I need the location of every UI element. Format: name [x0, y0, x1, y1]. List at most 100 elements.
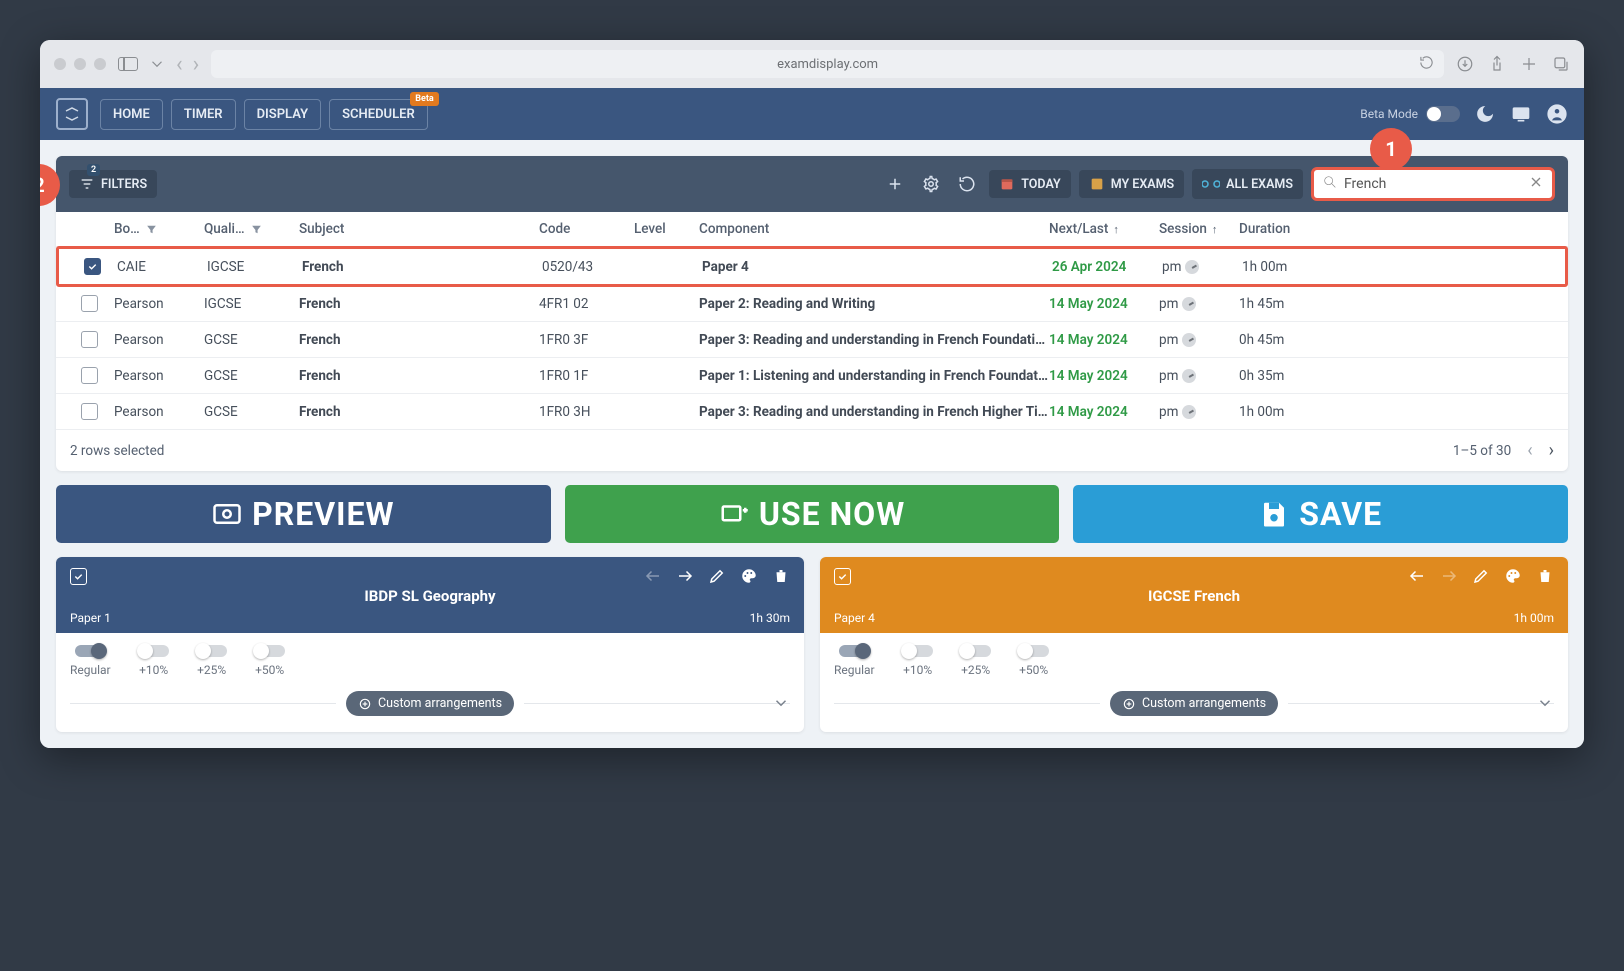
option-50[interactable]: +50%	[255, 645, 285, 677]
chevron-down-icon[interactable]	[148, 55, 166, 73]
option-10[interactable]: +10%	[139, 645, 169, 677]
col-next[interactable]: Next/Last ↑	[1049, 221, 1159, 237]
row-checkbox[interactable]	[81, 295, 98, 312]
trash-icon[interactable]	[772, 567, 790, 585]
nav-buttons: HOME TIMER DISPLAY SCHEDULER Beta	[100, 99, 428, 130]
cell-subject: French	[299, 332, 539, 348]
traffic-light-min[interactable]	[74, 58, 86, 70]
account-icon[interactable]	[1546, 103, 1568, 125]
cell-subject: French	[299, 404, 539, 420]
card-header: IBDP SL Geography Paper 11h 30m	[56, 557, 804, 633]
col-duration[interactable]: Duration	[1239, 221, 1319, 237]
cell-code: 1FR0 3F	[539, 332, 634, 348]
option-25[interactable]: +25%	[197, 645, 227, 677]
use-now-button[interactable]: USE NOW	[565, 485, 1060, 543]
page-next-button[interactable]: ›	[1549, 440, 1554, 461]
arrow-left-icon[interactable]	[644, 567, 662, 585]
col-level[interactable]: Level	[634, 221, 699, 237]
my-exams-button[interactable]: MY EXAMS	[1079, 170, 1184, 198]
cell-date: 14 May 2024	[1049, 296, 1159, 312]
traffic-light-close[interactable]	[54, 58, 66, 70]
nav-home[interactable]: HOME	[100, 99, 163, 130]
share-icon[interactable]	[1488, 55, 1506, 73]
option-25[interactable]: +25%	[961, 645, 991, 677]
col-code[interactable]: Code	[539, 221, 634, 237]
nav-forward-button[interactable]: ›	[193, 52, 200, 77]
option-regular[interactable]: Regular	[834, 645, 875, 677]
option-regular[interactable]: Regular	[70, 645, 111, 677]
sidebar-toggle-icon[interactable]	[118, 57, 138, 71]
trash-icon[interactable]	[1536, 567, 1554, 585]
reset-icon[interactable]	[953, 170, 981, 198]
plus-icon[interactable]	[1520, 55, 1538, 73]
cell-component: Paper 3: Reading and understanding in Fr…	[699, 332, 1049, 348]
gear-icon[interactable]	[917, 170, 945, 198]
page-prev-button[interactable]: ‹	[1527, 440, 1532, 461]
table-row[interactable]: Pearson GCSE French 1FR0 3F Paper 3: Rea…	[56, 322, 1568, 358]
card-options: Regular +10% +25% +50%	[834, 645, 1554, 677]
card-title: IGCSE French	[834, 587, 1554, 605]
cell-date: 14 May 2024	[1049, 368, 1159, 384]
arrow-right-icon[interactable]	[676, 567, 694, 585]
row-checkbox[interactable]	[81, 331, 98, 348]
address-bar[interactable]: examdisplay.com	[211, 50, 1444, 78]
col-board[interactable]: Bo…	[114, 221, 204, 237]
cell-subject: French	[299, 296, 539, 312]
toggle-icon	[139, 645, 169, 657]
toggle-icon	[255, 645, 285, 657]
expand-icon[interactable]	[772, 694, 790, 716]
cell-component: Paper 3: Reading and understanding in Fr…	[699, 404, 1049, 420]
edit-icon[interactable]	[1472, 567, 1490, 585]
filters-button[interactable]: FILTERS 2	[69, 170, 157, 198]
clear-search-icon[interactable]	[1528, 174, 1544, 194]
traffic-light-max[interactable]	[94, 58, 106, 70]
nav-display[interactable]: DISPLAY	[244, 99, 322, 130]
app-logo[interactable]	[56, 98, 88, 130]
display-icon[interactable]	[1510, 103, 1532, 125]
exams-card: FILTERS 2 TODAY MY EXAMS	[56, 156, 1568, 471]
col-qual[interactable]: Quali…	[204, 221, 299, 237]
all-exams-button[interactable]: ALL EXAMS	[1192, 169, 1303, 199]
option-10[interactable]: +10%	[903, 645, 933, 677]
search-input[interactable]	[1344, 176, 1522, 192]
edit-icon[interactable]	[708, 567, 726, 585]
refresh-icon[interactable]	[1419, 55, 1434, 74]
nav-timer[interactable]: TIMER	[171, 99, 236, 130]
col-component[interactable]: Component	[699, 221, 1049, 237]
row-checkbox[interactable]	[84, 258, 101, 275]
table-row[interactable]: CAIE IGCSE French 0520/43 Paper 4 26 Apr…	[56, 246, 1568, 287]
palette-icon[interactable]	[740, 567, 758, 585]
expand-icon[interactable]	[1536, 694, 1554, 716]
toggle-icon	[197, 645, 227, 657]
toggle-icon	[961, 645, 991, 657]
cell-board: Pearson	[114, 404, 204, 420]
custom-arrangements-button[interactable]: Custom arrangements	[1110, 691, 1278, 716]
nav-back-button[interactable]: ‹	[176, 52, 183, 77]
option-50[interactable]: +50%	[1019, 645, 1049, 677]
nav-scheduler[interactable]: SCHEDULER Beta	[329, 99, 428, 130]
dark-mode-icon[interactable]	[1474, 103, 1496, 125]
add-icon[interactable]	[881, 170, 909, 198]
custom-arrangements-button[interactable]: Custom arrangements	[346, 691, 514, 716]
arrow-right-icon[interactable]	[1440, 567, 1458, 585]
row-checkbox[interactable]	[81, 403, 98, 420]
card-checkbox[interactable]	[70, 568, 87, 585]
preview-button[interactable]: PREVIEW	[56, 485, 551, 543]
palette-icon[interactable]	[1504, 567, 1522, 585]
row-checkbox[interactable]	[81, 367, 98, 384]
table-row[interactable]: Pearson GCSE French 1FR0 3H Paper 3: Rea…	[56, 394, 1568, 430]
arrow-left-icon[interactable]	[1408, 567, 1426, 585]
cell-date: 26 Apr 2024	[1052, 259, 1162, 275]
beta-mode-toggle[interactable]: Beta Mode	[1360, 106, 1460, 122]
col-session[interactable]: Session ↑	[1159, 221, 1239, 237]
search-box[interactable]: 1	[1311, 167, 1555, 201]
save-button[interactable]: SAVE	[1073, 485, 1568, 543]
table-row[interactable]: Pearson GCSE French 1FR0 1F Paper 1: Lis…	[56, 358, 1568, 394]
download-icon[interactable]	[1456, 55, 1474, 73]
table-row[interactable]: Pearson IGCSE French 4FR1 02 Paper 2: Re…	[56, 286, 1568, 322]
today-button[interactable]: TODAY	[989, 170, 1070, 198]
tabs-icon[interactable]	[1552, 55, 1570, 73]
chrome-right-icons	[1456, 55, 1570, 73]
card-checkbox[interactable]	[834, 568, 851, 585]
col-subject[interactable]: Subject	[299, 221, 539, 237]
